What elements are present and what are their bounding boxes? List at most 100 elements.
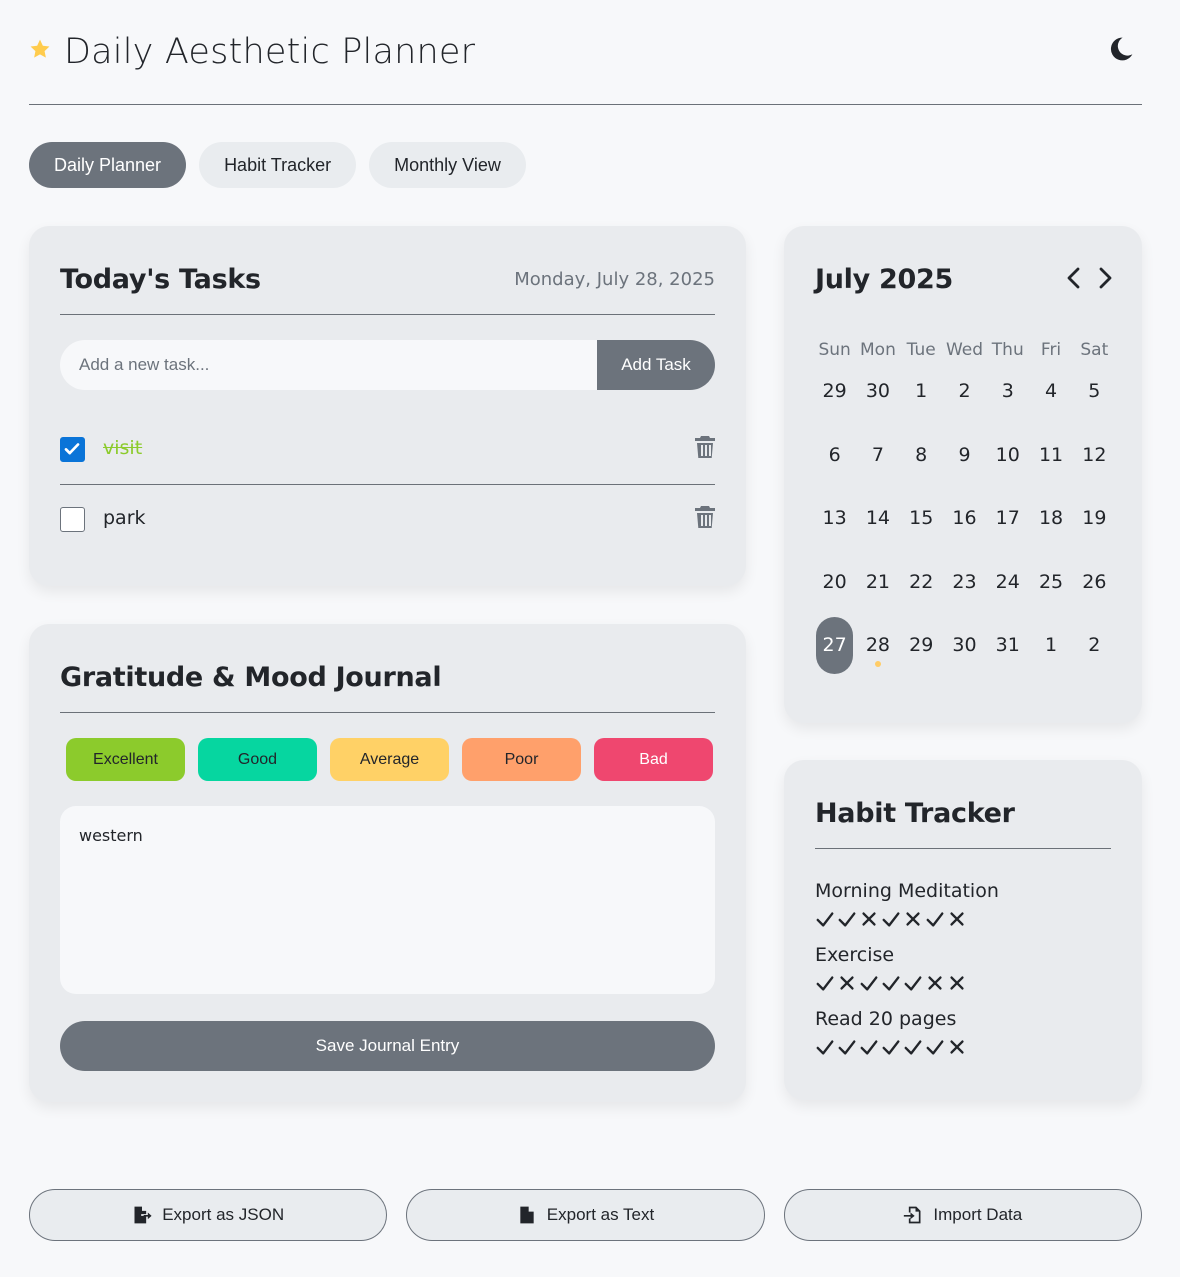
calendar-day-number: 3	[1001, 380, 1014, 402]
trash-icon[interactable]	[695, 435, 715, 459]
check-icon[interactable]	[815, 1036, 835, 1058]
calendar-day[interactable]: 6	[813, 424, 856, 488]
calendar-day[interactable]: 19	[1073, 487, 1116, 551]
calendar-day[interactable]: 5	[1073, 360, 1116, 424]
tab-monthly-view[interactable]: Monthly View	[369, 142, 526, 188]
mood-poor-button[interactable]: Poor	[462, 738, 581, 781]
divider	[60, 314, 715, 315]
calendar-day-number: 4	[1045, 380, 1058, 402]
calendar-day-number: 11	[1038, 443, 1064, 466]
calendar-day[interactable]: 1	[900, 360, 943, 424]
cross-icon[interactable]	[947, 908, 967, 930]
calendar-day-number: 8	[915, 443, 928, 466]
trash-icon[interactable]	[695, 505, 715, 529]
calendar-day-number: 15	[909, 507, 934, 529]
save-journal-button[interactable]: Save Journal Entry	[60, 1021, 715, 1071]
chevron-left-icon[interactable]	[1065, 266, 1083, 290]
moon-icon[interactable]	[1108, 36, 1134, 62]
check-icon[interactable]	[903, 972, 923, 994]
calendar-day[interactable]: 30	[856, 360, 899, 424]
check-icon[interactable]	[837, 908, 857, 930]
calendar-day[interactable]: 31	[986, 614, 1029, 678]
calendar-day[interactable]: 28	[856, 614, 899, 678]
divider	[60, 712, 715, 713]
calendar-day[interactable]: 16	[943, 487, 986, 551]
calendar-day[interactable]: 22	[900, 551, 943, 615]
task-checkbox[interactable]	[60, 507, 85, 532]
weekday-label: Fri	[1040, 340, 1062, 360]
calendar-day[interactable]: 24	[986, 551, 1029, 615]
calendar-day[interactable]: 10	[986, 424, 1029, 488]
cross-icon[interactable]	[947, 1036, 967, 1058]
calendar-day[interactable]: 12	[1073, 424, 1116, 488]
export-json-label: Export as JSON	[162, 1205, 285, 1224]
check-icon[interactable]	[859, 1036, 879, 1058]
calendar-day[interactable]: 1	[1029, 614, 1072, 678]
chevron-right-icon[interactable]	[1096, 266, 1114, 290]
journal-entry-textarea[interactable]: western	[60, 806, 715, 994]
check-icon[interactable]	[815, 908, 835, 930]
calendar-day[interactable]: 18	[1029, 487, 1072, 551]
check-icon[interactable]	[925, 908, 945, 930]
calendar-day[interactable]: 26	[1073, 551, 1116, 615]
calendar-day[interactable]: 7	[856, 424, 899, 488]
calendar-day[interactable]: 27	[813, 614, 856, 678]
calendar-day[interactable]: 21	[856, 551, 899, 615]
check-icon[interactable]	[837, 1036, 857, 1058]
task-checkbox[interactable]	[60, 437, 85, 462]
check-icon[interactable]	[881, 1036, 901, 1058]
tab-daily-planner[interactable]: Daily Planner	[29, 142, 187, 188]
calendar-day[interactable]: 9	[943, 424, 986, 488]
mood-average-button[interactable]: Average	[330, 738, 449, 781]
calendar-day-number: 22	[909, 570, 934, 593]
calendar-day[interactable]: 29	[900, 614, 943, 678]
mood-excellent-button[interactable]: Excellent	[66, 738, 185, 781]
calendar-day[interactable]: 17	[986, 487, 1029, 551]
calendar-day[interactable]: 14	[856, 487, 899, 551]
cross-icon[interactable]	[925, 972, 945, 994]
calendar-day[interactable]: 29	[813, 360, 856, 424]
calendar-day[interactable]: 4	[1029, 360, 1072, 424]
calendar-day-number: 20	[822, 570, 847, 593]
mood-bad-button[interactable]: Bad	[594, 738, 713, 781]
check-icon[interactable]	[881, 972, 901, 994]
tab-habit-tracker[interactable]: Habit Tracker	[199, 142, 357, 188]
check-icon[interactable]	[815, 972, 835, 994]
cross-icon[interactable]	[947, 972, 967, 994]
footer-actions: Export as JSON Export as Text Import Dat…	[29, 1189, 1142, 1241]
habit-name: Read 20 pages	[815, 1008, 957, 1030]
calendar-day[interactable]: 2	[943, 360, 986, 424]
check-icon[interactable]	[859, 972, 879, 994]
calendar-day[interactable]: 3	[986, 360, 1029, 424]
calendar-day[interactable]: 25	[1029, 551, 1072, 615]
new-task-input[interactable]	[60, 340, 620, 390]
import-data-button[interactable]: Import Data	[783, 1189, 1142, 1241]
check-icon[interactable]	[925, 1036, 945, 1058]
export-json-button[interactable]: Export as JSON	[29, 1189, 388, 1241]
calendar-day[interactable]: 30	[943, 614, 986, 678]
calendar-day[interactable]: 13	[813, 487, 856, 551]
mood-good-button[interactable]: Good	[198, 738, 317, 781]
calendar-day[interactable]: 20	[813, 551, 856, 615]
check-icon[interactable]	[903, 1036, 923, 1058]
calendar-day-number: 24	[995, 570, 1020, 593]
calendar-day-number: 30	[865, 380, 891, 402]
weekday-label: Sat	[1080, 340, 1109, 360]
calendar-day-number: 31	[995, 634, 1020, 656]
export-text-button[interactable]: Export as Text	[406, 1189, 765, 1241]
calendar-day[interactable]: 15	[900, 487, 943, 551]
calendar-day[interactable]: 2	[1073, 614, 1116, 678]
calendar-day-number: 6	[828, 443, 841, 466]
cross-icon[interactable]	[837, 972, 857, 994]
calendar-day[interactable]: 23	[943, 551, 986, 615]
check-icon[interactable]	[881, 908, 901, 930]
calendar-day-number: 13	[822, 507, 847, 529]
file-export-icon	[134, 1206, 152, 1224]
calendar-day[interactable]: 11	[1029, 424, 1072, 488]
habit-name: Morning Meditation	[815, 880, 999, 902]
calendar-day[interactable]: 8	[900, 424, 943, 488]
cross-icon[interactable]	[859, 908, 879, 930]
add-task-button[interactable]: Add Task	[597, 340, 715, 390]
calendar-day-number: 7	[871, 443, 884, 466]
cross-icon[interactable]	[903, 908, 923, 930]
